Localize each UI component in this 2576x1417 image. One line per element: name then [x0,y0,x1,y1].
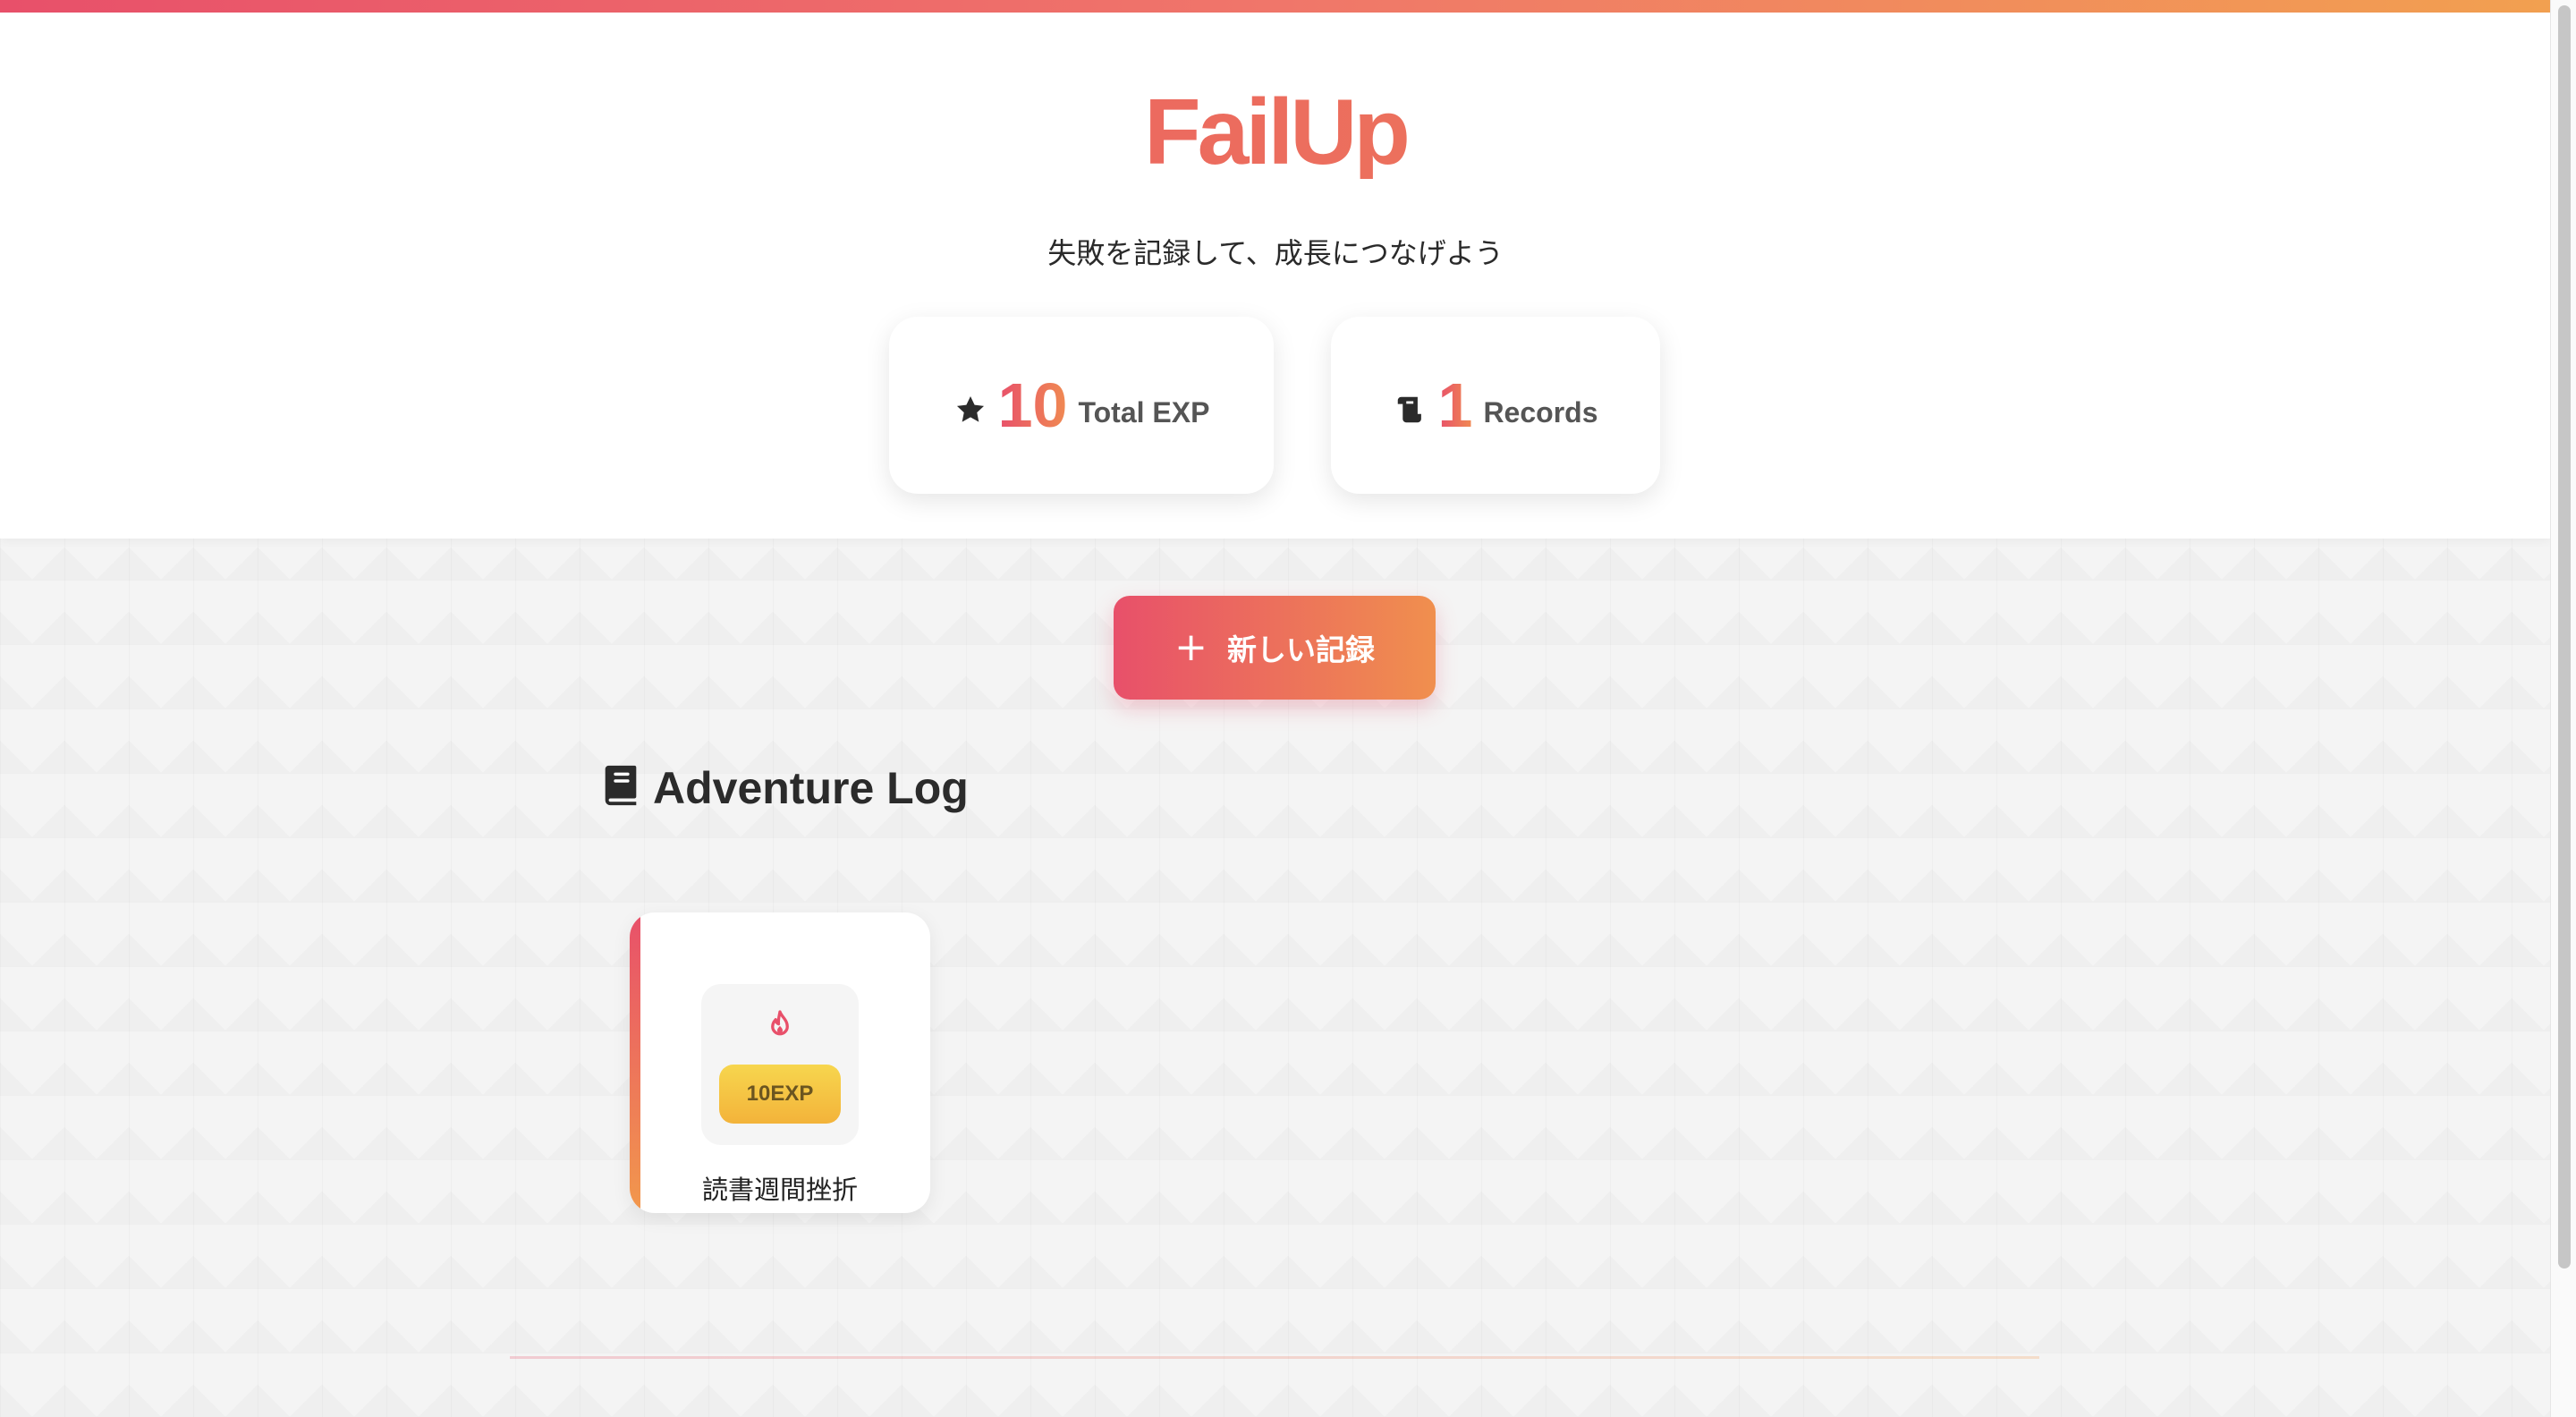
record-thumbnail: 10EXP [701,984,859,1145]
star-icon [953,393,987,427]
total-exp-value: 10 [997,370,1068,440]
records-card: 1 Records [1331,317,1660,494]
record-title: 読書週間挫折 [701,1175,858,1205]
record-card-accent [630,912,640,1213]
app-header: FailUp 失敗を記録して、成長につなげよう 10 Total EXP 1 R… [0,13,2551,539]
records-value: 1 [1437,370,1473,440]
record-card[interactable]: 10EXP [630,912,930,1213]
adventure-log-heading: Adventure Log [601,762,969,814]
new-record-label: 新しい記録 [1226,632,1375,667]
new-record-button[interactable]: + 新しい記録 [1114,596,1436,700]
scroll-icon [1394,393,1428,427]
app-subtitle: 失敗を記録して、成長につなげよう [1047,236,1504,270]
total-exp-card: 10 Total EXP [889,317,1274,494]
app-title: FailUp [0,86,2551,179]
adventure-log-title: Adventure Log [653,763,969,813]
total-exp-label: Total EXP [1078,395,1210,428]
scrollbar[interactable] [2550,0,2576,1417]
footer-divider [510,1356,2039,1359]
records-label: Records [1483,395,1598,428]
record-exp-badge: 10EXP [719,1065,841,1124]
top-accent-bar [0,0,2551,13]
book-icon [601,764,640,813]
scrollbar-thumb[interactable] [2558,5,2571,1269]
plus-icon: + [1174,624,1208,670]
flame-icon [764,1009,796,1041]
